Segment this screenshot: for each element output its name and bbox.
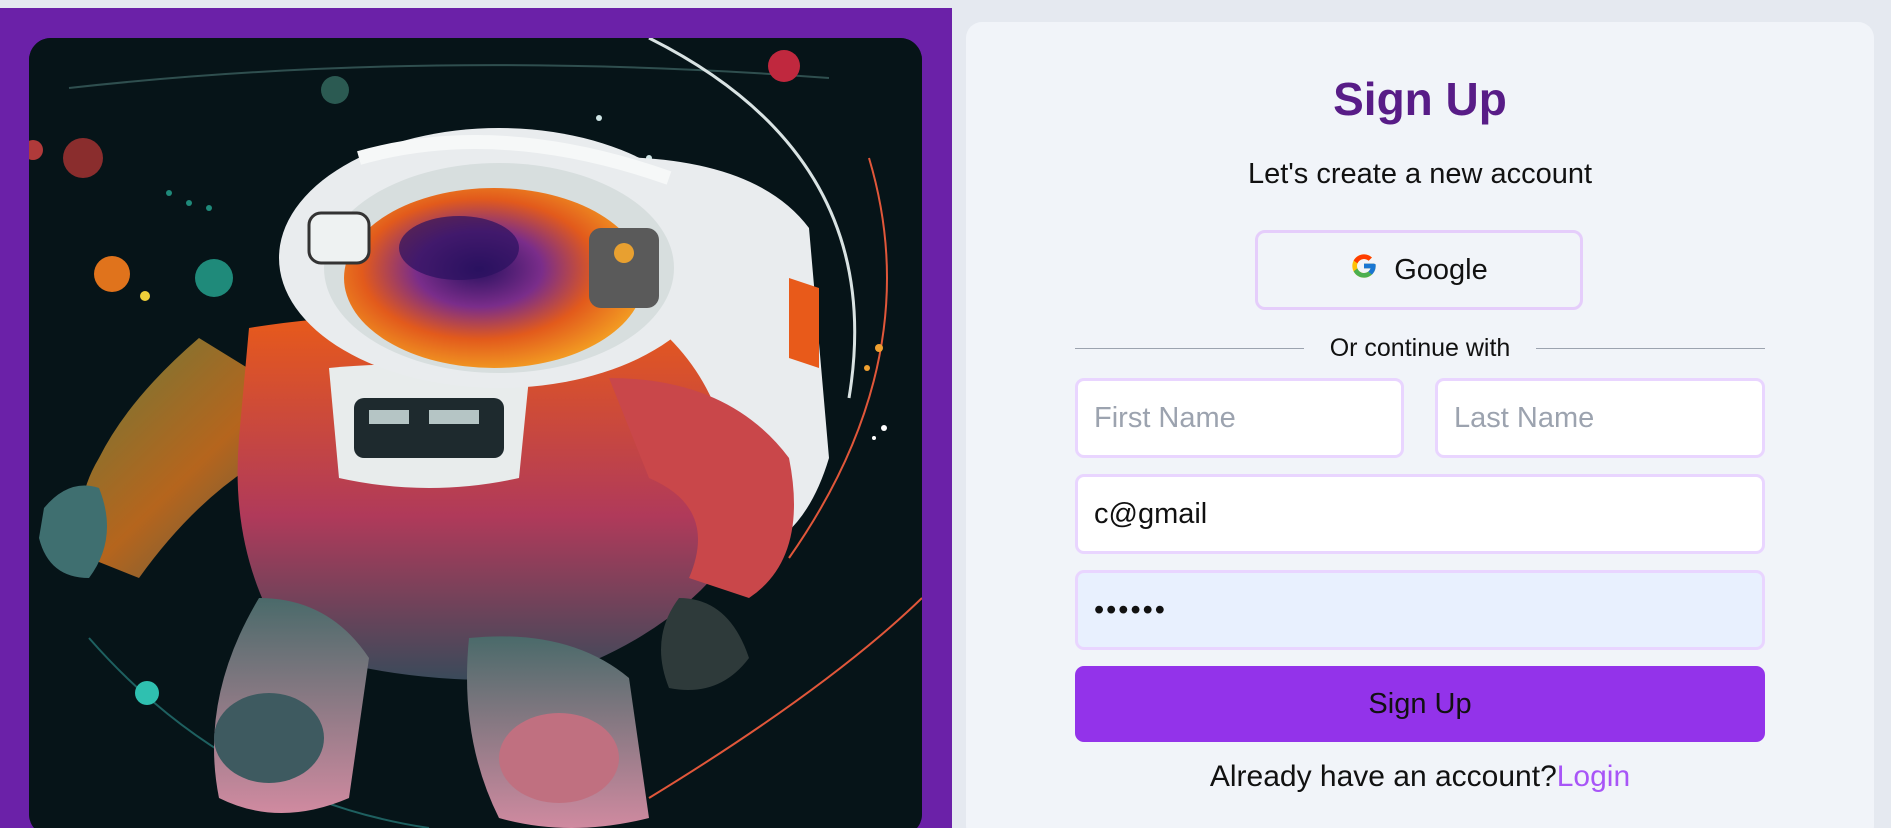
email-input[interactable] [1075,474,1765,554]
last-name-input[interactable] [1435,378,1765,458]
login-prompt-text: Already have an account? [1209,760,1557,793]
astronaut-illustration [29,38,922,828]
google-button-label: Google [1394,253,1488,286]
sign-up-button[interactable]: Sign Up [1075,666,1765,742]
divider-text: Or continue with [1329,333,1511,362]
first-name-input[interactable] [1075,378,1404,458]
page-title: Sign Up [1333,73,1507,125]
signup-form-card: Sign Up Let's create a new account Googl… [966,22,1874,828]
login-prompt-row: Already have an account?Login [966,760,1874,794]
divider-line-left [1075,347,1304,349]
illustration-panel [0,8,952,828]
google-signin-button[interactable]: Google [1255,230,1583,310]
divider-line-right [1536,347,1766,349]
password-input[interactable] [1075,570,1765,650]
login-link[interactable]: Login [1557,760,1630,793]
or-divider: Or continue with [1075,328,1766,368]
subtitle: Let's create a new account [1247,158,1593,190]
google-logo-icon [1350,252,1378,288]
signup-page: Sign Up Let's create a new account Googl… [0,0,1891,828]
